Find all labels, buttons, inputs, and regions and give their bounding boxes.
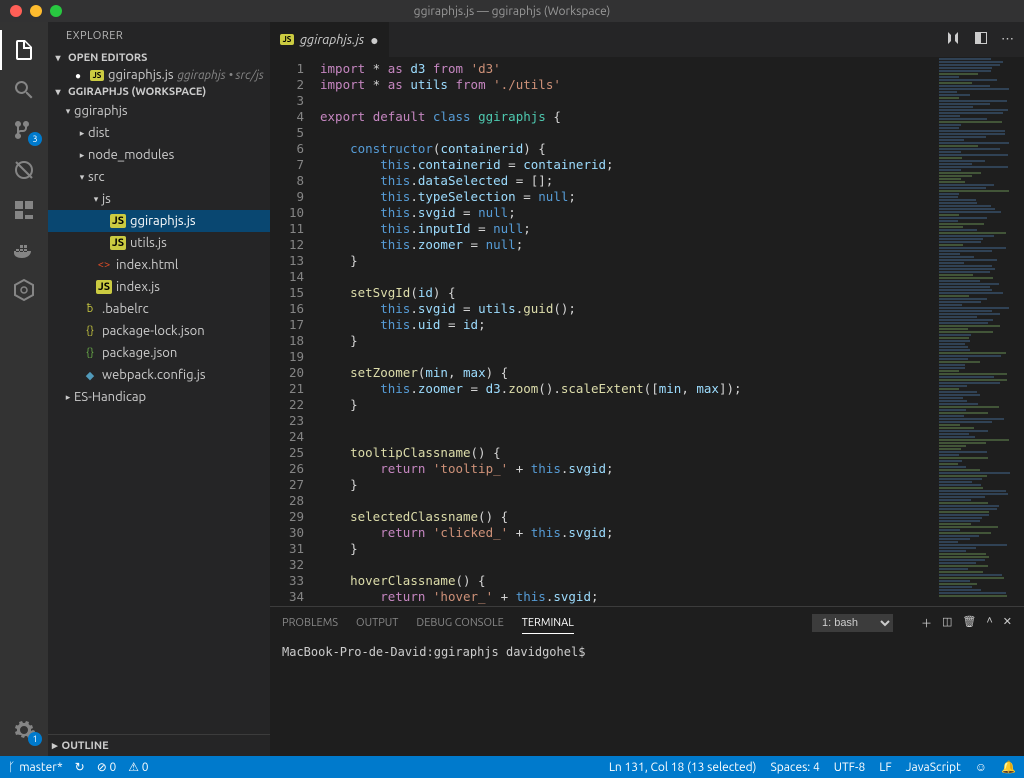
scm-badge: 3 — [28, 132, 42, 146]
tree-file-webpack[interactable]: ◆webpack.config.js — [48, 364, 270, 386]
tree-file-babelrc[interactable]: ƀ.babelrc — [48, 298, 270, 320]
workspace-head[interactable]: ▾ GGIRAPHJS (WORKSPACE) — [48, 84, 270, 100]
terminal-select[interactable]: 1: bash — [812, 614, 893, 632]
editor-area: JS ggiraphjs.js ● ⋯ 12345678910111213141… — [270, 22, 1024, 756]
tree-file-pkg-lock[interactable]: {}package-lock.json — [48, 320, 270, 342]
activity-bar: 3 1 — [0, 22, 48, 756]
maximize-panel-icon[interactable]: ˄ — [986, 615, 992, 631]
tree-folder-js[interactable]: ▾js — [48, 188, 270, 210]
babel-icon: ƀ — [82, 303, 98, 315]
status-errors[interactable]: ⊘ 0 — [97, 760, 117, 774]
webpack-icon: ◆ — [82, 369, 98, 382]
activity-extensions[interactable] — [0, 190, 48, 230]
panel-tab-problems[interactable]: PROBLEMS — [282, 613, 338, 633]
terminal-prompt: MacBook-Pro-de-David:ggiraphjs davidgohe… — [282, 645, 585, 659]
close-panel-icon[interactable]: ✕ — [1003, 615, 1012, 631]
window-min-icon[interactable] — [30, 5, 42, 17]
open-editor-path: ggiraphjs • src/js — [178, 69, 264, 82]
code-editor[interactable]: 1234567891011121314151617181920212223242… — [270, 57, 934, 606]
extensions-icon — [12, 198, 36, 222]
chevron-down-icon: ▾ — [52, 52, 64, 64]
open-editor-item[interactable]: JS ggiraphjs.js ggiraphjs • src/js — [48, 66, 270, 84]
tree-file-pkg[interactable]: {}package.json — [48, 342, 270, 364]
kube-icon — [12, 278, 36, 302]
tree-file-utils[interactable]: JSutils.js — [48, 232, 270, 254]
activity-explorer[interactable] — [0, 30, 48, 70]
html-icon: <> — [96, 259, 112, 271]
code-content[interactable]: import * as d3 from 'd3'import * as util… — [320, 57, 934, 606]
js-icon: JS — [110, 236, 126, 250]
split-terminal-icon[interactable]: ◫ — [942, 615, 952, 631]
tab-ggiraphjs[interactable]: JS ggiraphjs.js ● — [270, 22, 390, 57]
tree-folder-root[interactable]: ▾ggiraphjs — [48, 100, 270, 122]
activity-kubernetes[interactable] — [0, 270, 48, 310]
more-icon[interactable]: ⋯ — [1001, 32, 1014, 47]
files-icon — [12, 38, 36, 62]
bottom-panel: PROBLEMS OUTPUT DEBUG CONSOLE TERMINAL 1… — [270, 606, 1024, 756]
status-encoding[interactable]: UTF-8 — [834, 760, 865, 774]
tree-folder-es-handicap[interactable]: ▸ES-Handicap — [48, 386, 270, 408]
open-editor-name: ggiraphjs.js — [108, 68, 174, 82]
activity-debug[interactable] — [0, 150, 48, 190]
json-icon: {} — [82, 325, 98, 337]
window-close-icon[interactable] — [10, 5, 22, 17]
activity-settings[interactable]: 1 — [0, 710, 48, 750]
tab-bar: JS ggiraphjs.js ● ⋯ — [270, 22, 1024, 57]
tree-file-ggiraphjs[interactable]: JSggiraphjs.js — [48, 210, 270, 232]
line-gutter: 1234567891011121314151617181920212223242… — [270, 57, 320, 606]
docker-icon — [12, 238, 36, 262]
settings-badge: 1 — [28, 732, 42, 746]
js-icon: JS — [280, 34, 294, 45]
split-editor-icon[interactable] — [973, 30, 989, 49]
compare-changes-icon[interactable] — [945, 30, 961, 49]
chevron-right-icon: ▸ — [52, 739, 58, 752]
status-lang[interactable]: JavaScript — [906, 760, 961, 774]
tree-folder-node-modules[interactable]: ▸node_modules — [48, 144, 270, 166]
tree-file-index-html[interactable]: <>index.html — [48, 254, 270, 276]
status-ln-col[interactable]: Ln 131, Col 18 (13 selected) — [609, 760, 757, 774]
tree-file-index-js[interactable]: JSindex.js — [48, 276, 270, 298]
status-warnings[interactable]: ⚠ 0 — [128, 760, 148, 774]
dirty-icon[interactable] — [72, 68, 86, 82]
sidebar-title: EXPLORER — [48, 22, 270, 50]
panel-tab-terminal[interactable]: TERMINAL — [522, 613, 574, 634]
bug-icon — [12, 158, 36, 182]
status-feedback-icon[interactable]: ☺ — [975, 760, 987, 774]
panel-tab-debug[interactable]: DEBUG CONSOLE — [416, 613, 503, 633]
minimap[interactable] — [934, 57, 1024, 606]
status-bar: ᚴ master* ↻ ⊘ 0 ⚠ 0 Ln 131, Col 18 (13 s… — [0, 756, 1024, 778]
tab-label: ggiraphjs.js — [300, 33, 364, 47]
dirty-icon[interactable]: ● — [370, 32, 378, 48]
status-eol[interactable]: LF — [879, 760, 891, 774]
kill-terminal-icon[interactable]: 🗑 — [962, 615, 976, 631]
status-bell-icon[interactable]: 🔔 — [1001, 760, 1016, 774]
chevron-down-icon: ▾ — [52, 86, 64, 98]
js-icon: JS — [90, 70, 104, 81]
outline-head[interactable]: ▸ OUTLINE — [48, 734, 270, 756]
open-editors-head[interactable]: ▾ OPEN EDITORS — [48, 50, 270, 66]
status-sync[interactable]: ↻ — [75, 760, 85, 774]
activity-docker[interactable] — [0, 230, 48, 270]
js-icon: JS — [96, 280, 112, 294]
new-terminal-icon[interactable]: ＋ — [921, 615, 932, 631]
activity-search[interactable] — [0, 70, 48, 110]
terminal[interactable]: MacBook-Pro-de-David:ggiraphjs davidgohe… — [270, 639, 1024, 756]
window-title: ggiraphjs.js — ggiraphjs (Workspace) — [0, 5, 1024, 18]
status-spaces[interactable]: Spaces: 4 — [770, 760, 819, 774]
tree-folder-src[interactable]: ▾src — [48, 166, 270, 188]
search-icon — [12, 78, 36, 102]
explorer-sidebar: EXPLORER ▾ OPEN EDITORS JS ggiraphjs.js … — [48, 22, 270, 756]
activity-scm[interactable]: 3 — [0, 110, 48, 150]
file-tree: ▾ggiraphjs ▸dist ▸node_modules ▾src ▾js … — [48, 100, 270, 408]
status-branch[interactable]: ᚴ master* — [8, 761, 63, 774]
panel-tab-output[interactable]: OUTPUT — [356, 613, 398, 633]
window-max-icon[interactable] — [50, 5, 62, 17]
tree-folder-dist[interactable]: ▸dist — [48, 122, 270, 144]
titlebar: ggiraphjs.js — ggiraphjs (Workspace) — [0, 0, 1024, 22]
js-icon: JS — [110, 214, 126, 228]
npm-icon: {} — [82, 347, 98, 359]
